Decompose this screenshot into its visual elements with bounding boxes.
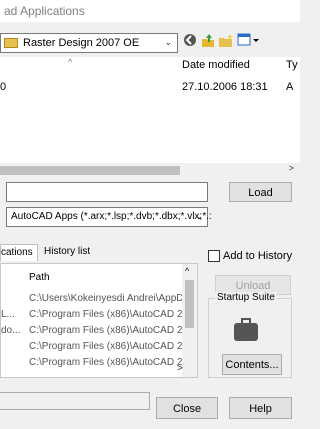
file-list[interactable]: ^ Date modified Ty 0 27.10.2006 18:31 A <box>0 57 300 175</box>
load-button[interactable]: Load <box>229 182 292 202</box>
file-row[interactable]: 0 27.10.2006 18:31 A <box>0 81 300 95</box>
window-title: ad Applications <box>4 4 85 18</box>
scrollbar-thumb[interactable] <box>185 280 194 328</box>
chevron-down-icon: ⌄ <box>195 211 203 221</box>
file-type-value: AutoCAD Apps (*.arx;*.lsp;*.dvb;*.dbx;*.… <box>11 211 212 222</box>
app-path: C:\Program Files (x86)\AutoCAD 20. <box>29 309 191 320</box>
tab-history-list[interactable]: History list <box>40 244 94 260</box>
new-folder-icon[interactable] <box>218 33 234 51</box>
up-folder-icon[interactable] <box>200 33 216 51</box>
chevron-right-icon[interactable]: > <box>177 363 183 374</box>
back-icon[interactable] <box>182 33 198 51</box>
folder-icon <box>4 38 18 48</box>
horizontal-scrollbar[interactable]: > <box>0 163 300 177</box>
look-in-value: Raster Design 2007 OE <box>23 37 140 49</box>
chevron-up-icon[interactable]: ^ <box>185 266 189 276</box>
chevron-right-icon[interactable]: > <box>289 163 294 173</box>
file-date: 27.10.2006 18:31 <box>182 81 268 93</box>
file-type-select[interactable]: AutoCAD Apps (*.arx;*.lsp;*.dvb;*.dbx;*.… <box>6 207 212 227</box>
file-name-input[interactable] <box>6 182 208 202</box>
app-path: C:\Program Files (x86)\AutoCAD 20. <box>29 341 191 352</box>
column-date-modified[interactable]: Date modified <box>182 59 250 71</box>
contents-button[interactable]: Contents... <box>222 354 282 375</box>
vertical-scrollbar[interactable]: ^ <box>182 264 197 377</box>
close-button[interactable]: Close <box>156 397 218 419</box>
add-to-history-label: Add to History <box>223 250 293 262</box>
scrollbar-thumb[interactable] <box>0 166 180 175</box>
sort-ascending-icon: ^ <box>68 57 73 67</box>
help-button[interactable]: Help <box>229 397 292 419</box>
status-field <box>0 392 150 410</box>
chevron-down-icon: ⌄ <box>164 37 172 47</box>
tab-loaded-applications[interactable]: cations <box>0 244 38 261</box>
file-type: A <box>286 81 294 93</box>
look-in-combo[interactable]: Raster Design 2007 OE ⌄ <box>0 33 178 53</box>
app-path: C:\Program Files (x86)\AutoCAD 20. <box>29 357 191 368</box>
add-to-history-checkbox[interactable] <box>208 250 220 262</box>
column-path[interactable]: Path <box>29 272 50 283</box>
column-type[interactable]: Ty <box>286 59 298 71</box>
app-name: L... <box>1 309 15 320</box>
loaded-applications-list[interactable]: Path C:\Users\Kokeinyesdi Andrei\AppD. L… <box>0 263 198 378</box>
app-path: C:\Program Files (x86)\AutoCAD 20. <box>29 325 191 336</box>
app-name: do... <box>1 325 21 336</box>
app-path: C:\Users\Kokeinyesdi Andrei\AppD. <box>29 293 187 304</box>
view-menu-icon[interactable] <box>236 33 260 51</box>
briefcase-icon[interactable] <box>234 318 258 341</box>
file-name: 0 <box>0 81 7 93</box>
startup-suite-label: Startup Suite <box>215 292 277 303</box>
title-bar: ad Applications <box>0 0 300 22</box>
